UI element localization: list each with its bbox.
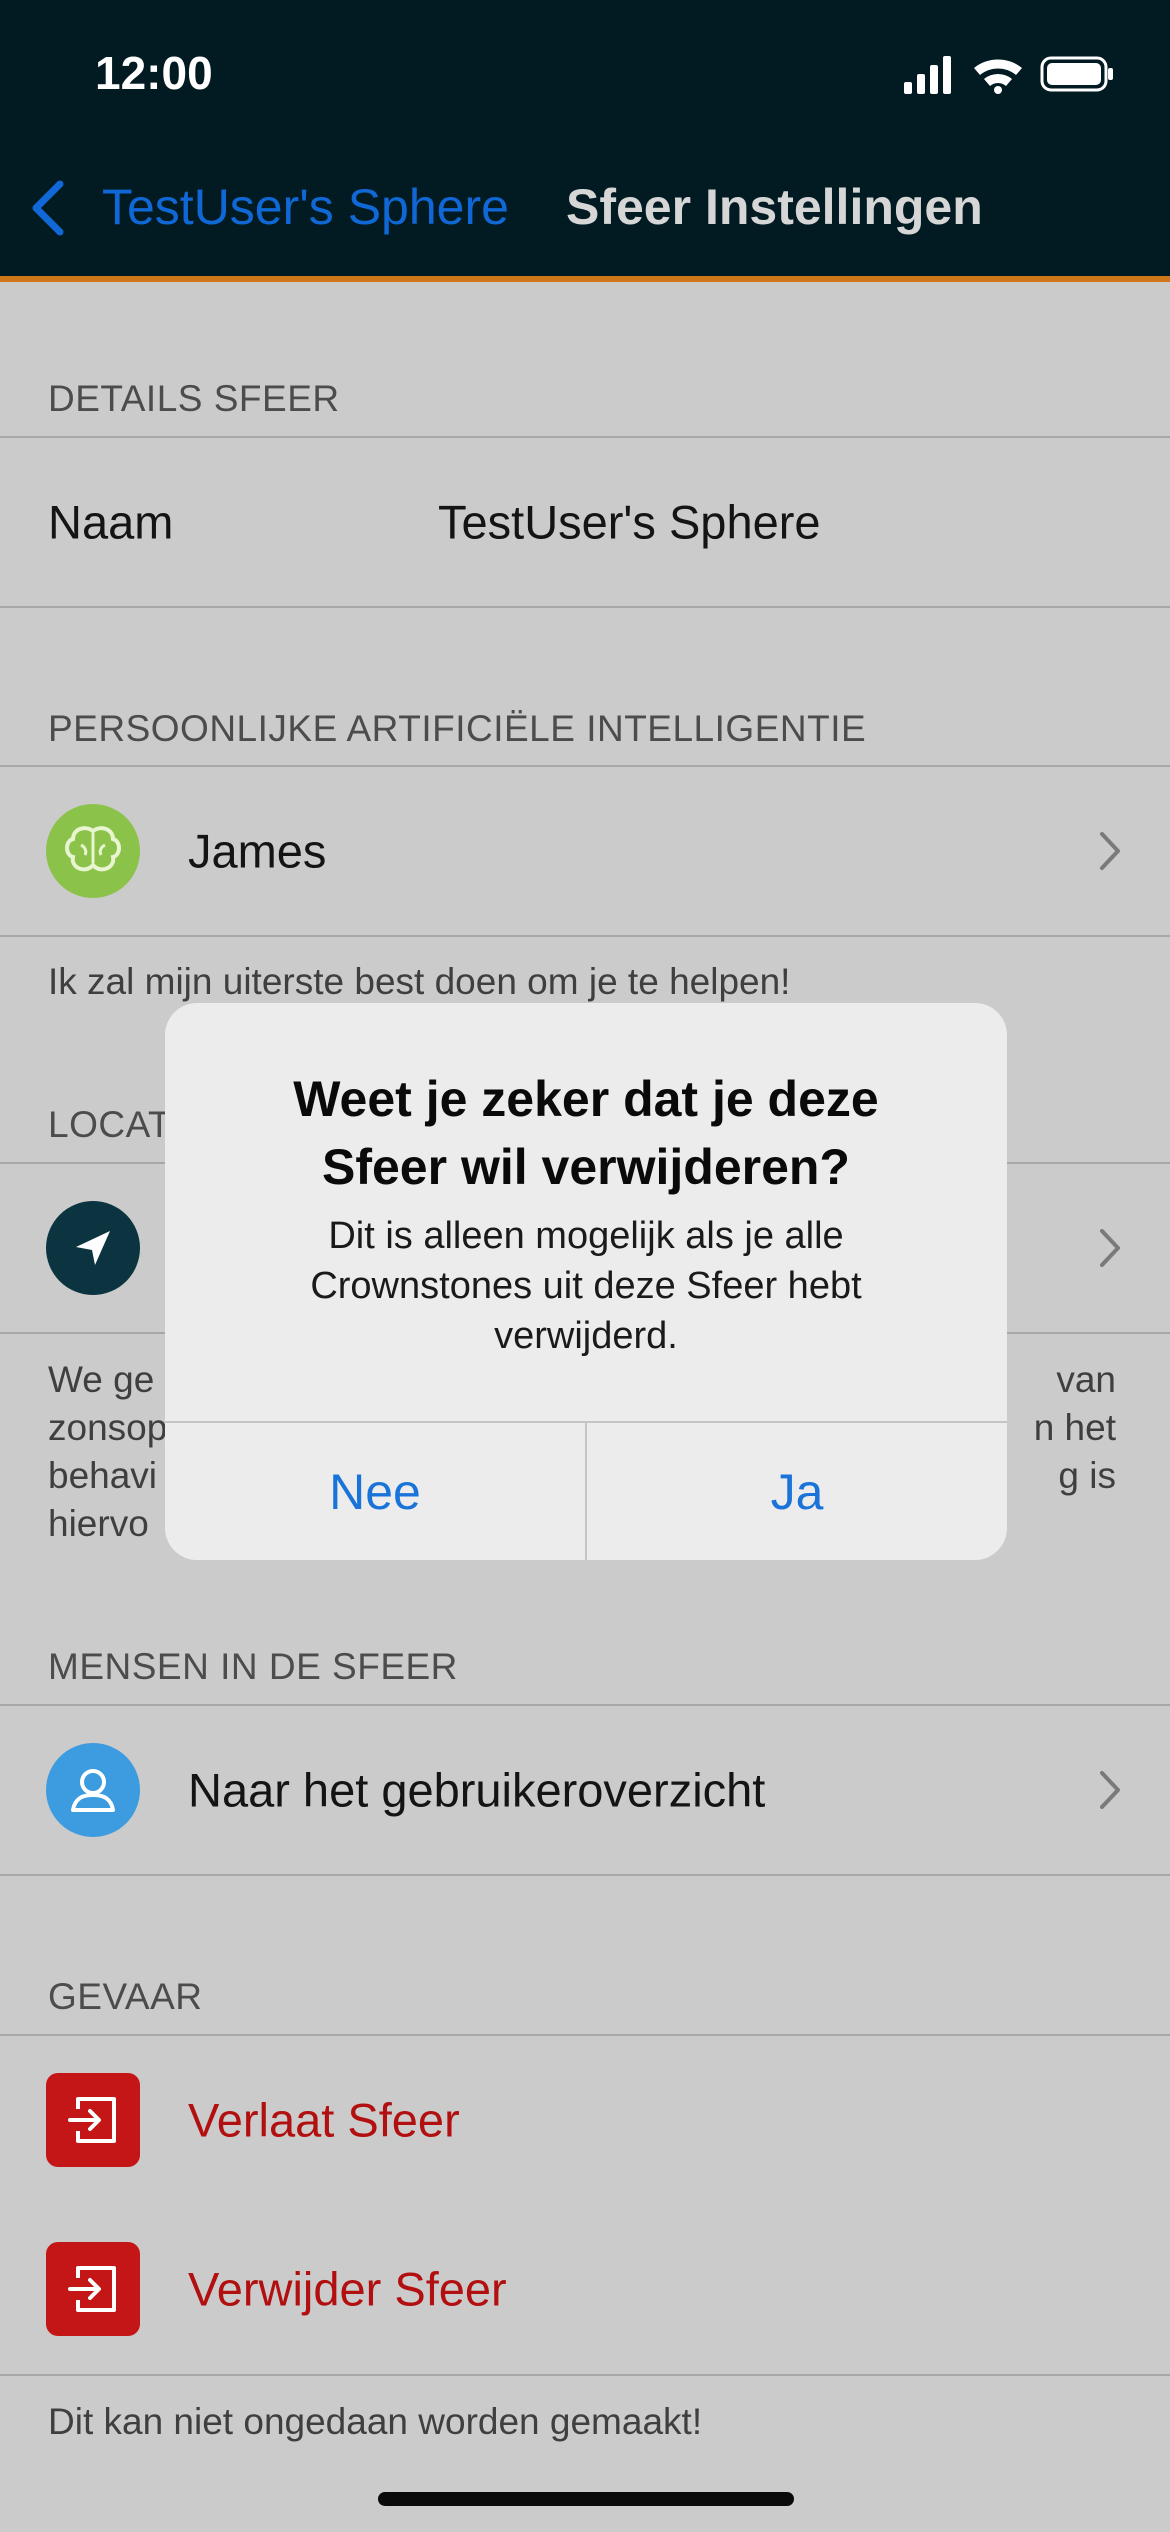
alert-title: Weet je zeker dat je deze Sfeer wil verw… xyxy=(293,1071,879,1195)
alert-message: Dit is alleen mogelijk als je alle Crown… xyxy=(310,1215,862,1357)
cancel-button[interactable]: Nee xyxy=(165,1423,585,1560)
confirm-button[interactable]: Ja xyxy=(587,1423,1007,1560)
home-indicator xyxy=(378,2492,794,2506)
confirm-delete-alert: Weet je zeker dat je deze Sfeer wil verw… xyxy=(165,1003,1007,1560)
